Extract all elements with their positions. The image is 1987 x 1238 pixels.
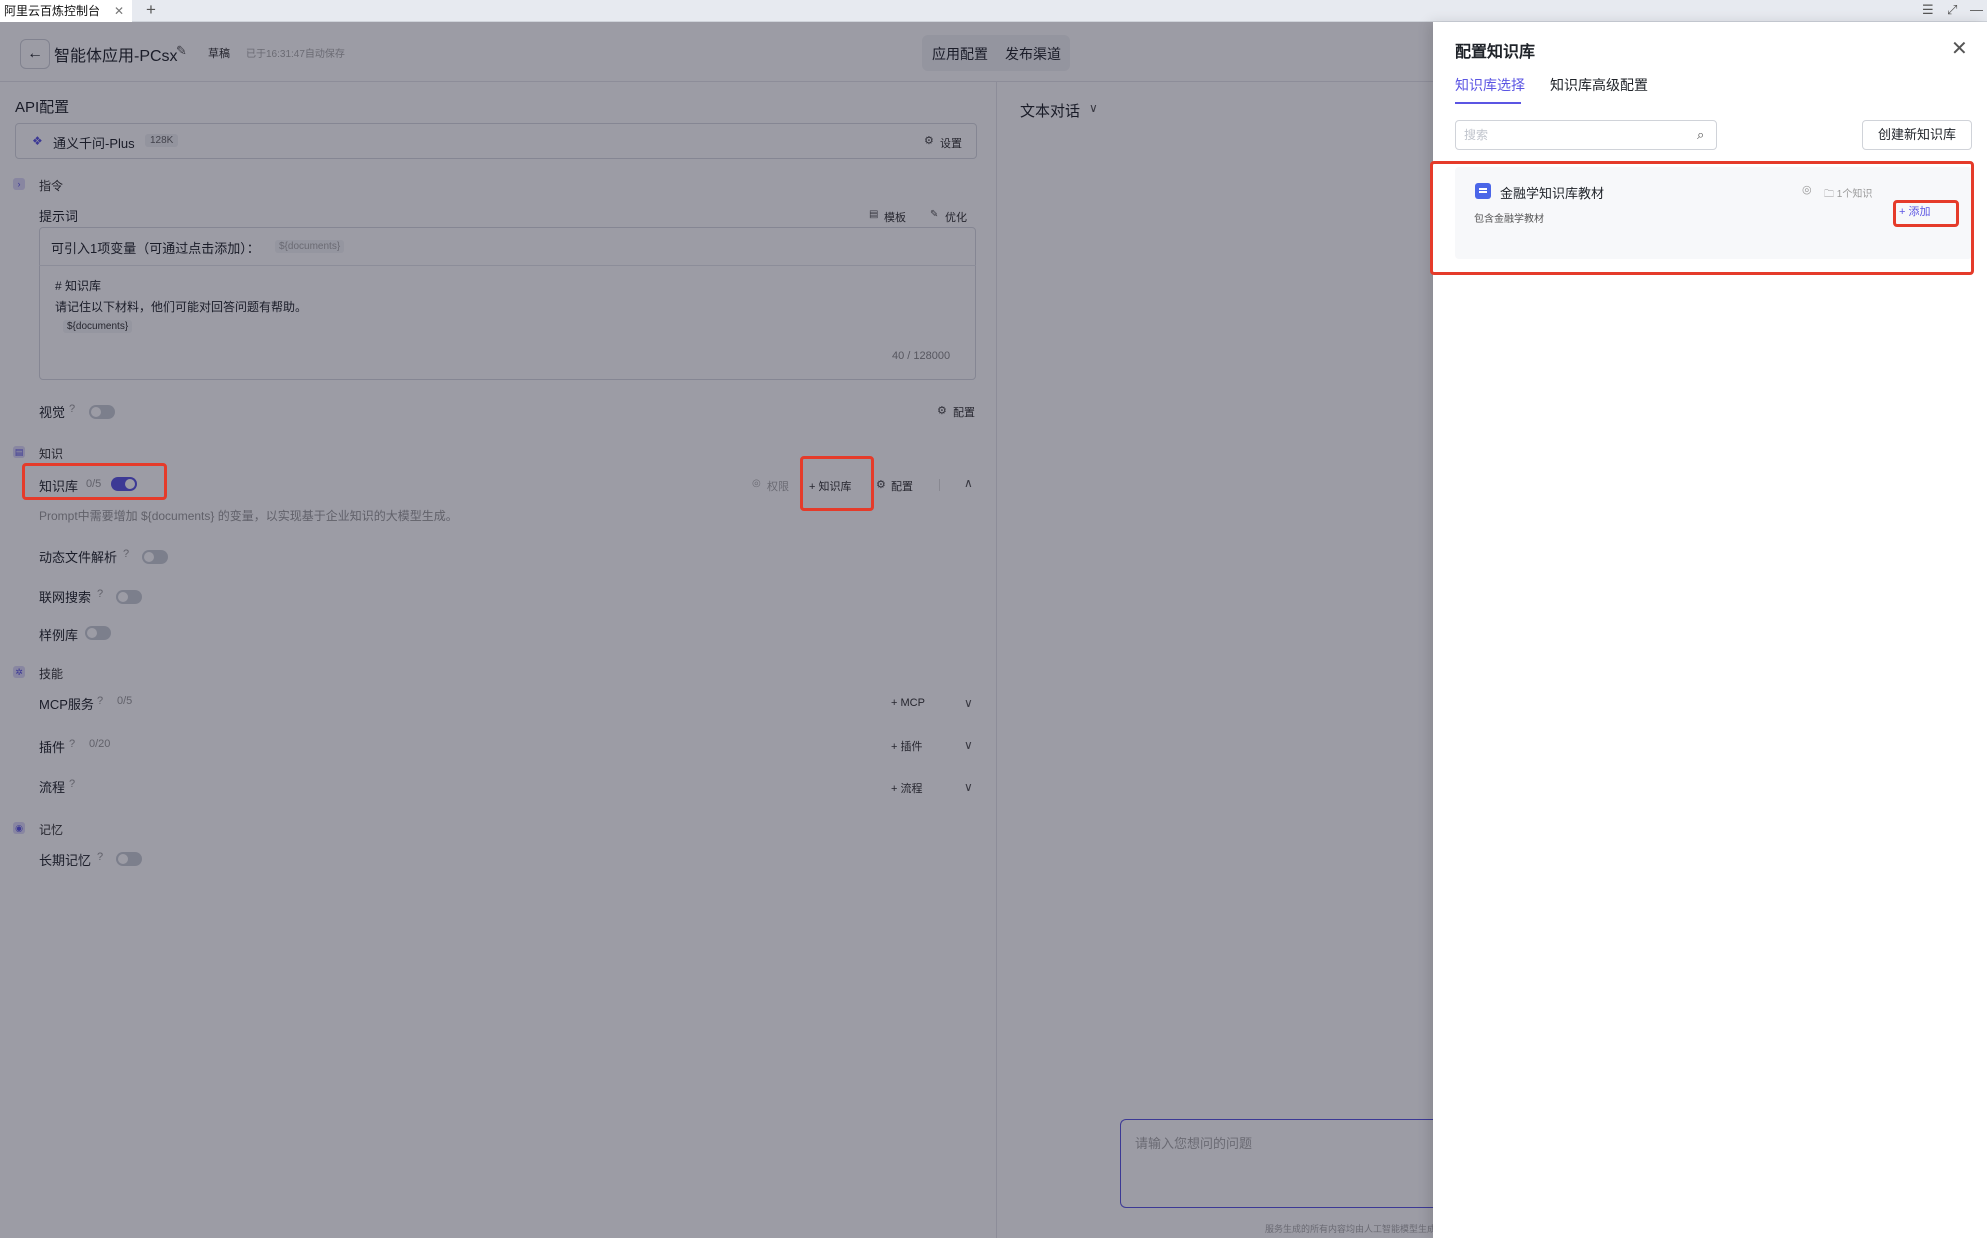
search-icon[interactable]: ⌕ [1697, 127, 1704, 143]
tab-close-icon[interactable]: ✕ [114, 0, 124, 22]
tab-knowledge-select[interactable]: 知识库选择 [1455, 75, 1525, 95]
browser-tab[interactable]: 阿里云百炼控制台 [0, 0, 132, 22]
highlight-add-button [1893, 200, 1959, 227]
search-input[interactable]: 搜索 [1455, 120, 1717, 150]
close-icon[interactable]: ✕ [1951, 36, 1968, 61]
new-tab-button[interactable]: + [146, 0, 156, 20]
highlight-knowledge-toggle [22, 463, 167, 500]
browser-tab-strip [0, 0, 1987, 22]
create-knowledge-base-button[interactable]: 创建新知识库 [1862, 120, 1972, 150]
tab-knowledge-advanced[interactable]: 知识库高级配置 [1550, 75, 1648, 95]
minimize-icon[interactable]: — [1970, 0, 1983, 20]
drawer-title: 配置知识库 [1455, 44, 1536, 61]
expand-icon[interactable]: ⤢ [1947, 0, 1957, 20]
menu-icon[interactable]: ☰ [1922, 0, 1934, 20]
modal-overlay[interactable] [0, 22, 1433, 1238]
highlight-add-knowledge [800, 456, 874, 511]
active-tab-indicator [1455, 102, 1521, 104]
